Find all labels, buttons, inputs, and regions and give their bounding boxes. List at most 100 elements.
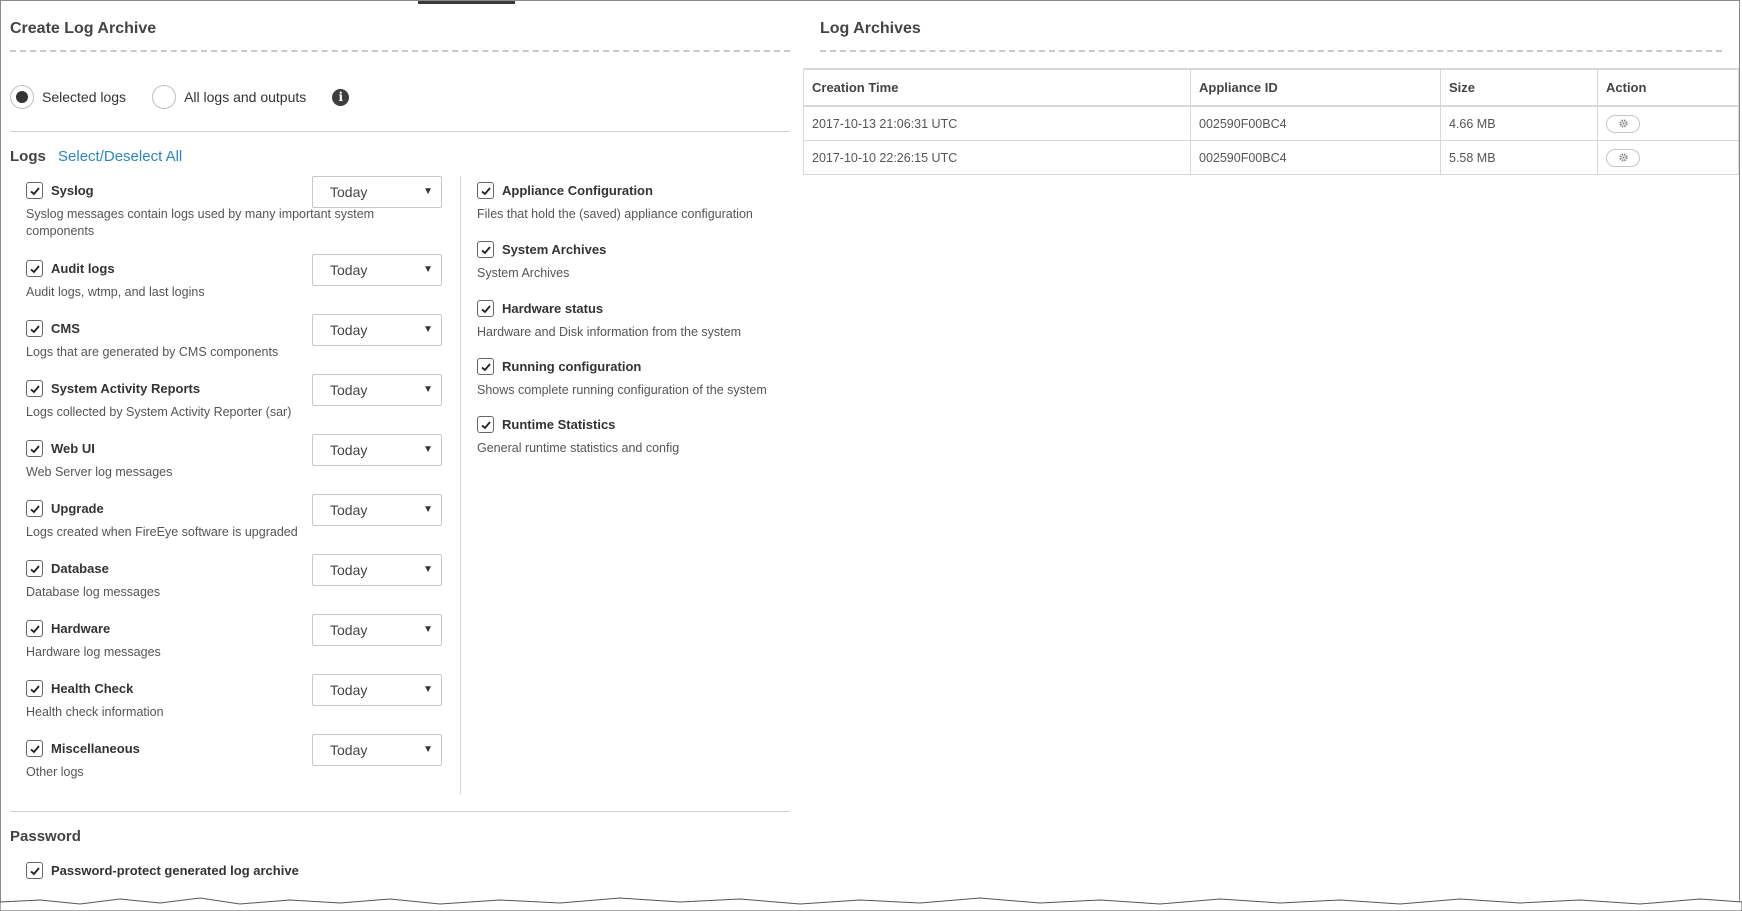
log-period-select[interactable]: Today ▼ [312,374,442,406]
create-log-archive-title: Create Log Archive [10,20,157,37]
log-checkbox[interactable] [26,182,43,199]
log-checkbox[interactable] [26,320,43,337]
password-title: Password [10,828,81,845]
checkmark-icon [29,866,40,875]
all-logs-label[interactable]: All logs and outputs [184,89,306,105]
log-period-select[interactable]: Today ▼ [312,614,442,646]
log-period-select[interactable]: Today ▼ [312,674,442,706]
torn-edge-decoration [0,897,1742,911]
log-archives-title: Log Archives [820,20,921,37]
log-checkbox[interactable] [26,380,43,397]
log-period-value: Today [330,322,368,338]
log-archives-table: Creation Time Appliance ID Size Action 2… [803,68,1739,175]
log-checkbox[interactable] [26,620,43,637]
column-header-size[interactable]: Size [1440,68,1598,107]
select-deselect-all-link[interactable]: Select/Deselect All [58,148,182,165]
log-period-select[interactable]: Today ▼ [312,734,442,766]
log-period-select[interactable]: Today ▼ [312,314,442,346]
password-protect-checkbox[interactable] [26,862,43,879]
caret-down-icon: ▼ [423,324,433,335]
column-header-action: Action [1597,68,1739,107]
logs-header: Logs Select/Deselect All [10,148,182,165]
log-checkbox[interactable] [477,182,494,199]
selected-logs-radio[interactable] [10,85,34,109]
log-period-value: Today [330,622,368,638]
table-row: 2017-10-10 22:26:15 UTC 002590F00BC4 5.5… [803,140,1739,175]
action-cell [1597,106,1739,141]
caret-down-icon: ▼ [423,624,433,635]
log-checkbox[interactable] [477,300,494,317]
password-divider [10,811,790,812]
log-description: General runtime statistics and config [477,441,680,455]
action-cell [1597,140,1739,175]
column-header-creation-time[interactable]: Creation Time [803,68,1191,107]
log-description: Health check information [26,705,164,719]
log-description: Hardware log messages [26,645,161,659]
log-period-value: Today [330,382,368,398]
log-description: Web Server log messages [26,465,173,479]
log-period-select[interactable]: Today ▼ [312,254,442,286]
log-period-value: Today [330,184,368,200]
archives-title-divider [820,50,1722,52]
log-name: Appliance Configuration [502,183,653,198]
creation-time-cell: 2017-10-10 22:26:15 UTC [803,140,1191,175]
log-checkbox[interactable] [26,260,43,277]
checkmark-icon [29,744,40,753]
log-description: Database log messages [26,585,161,599]
log-checkbox[interactable] [26,440,43,457]
radio-dot-icon [16,91,28,103]
log-name: Audit logs [51,261,115,276]
checkmark-icon [29,444,40,453]
appliance-id-cell: 002590F00BC4 [1190,140,1441,175]
log-name: Syslog [51,183,94,198]
log-name: Database [51,561,109,576]
log-period-value: Today [330,442,368,458]
password-protect-label: Password-protect generated log archive [51,863,299,878]
caret-down-icon: ▼ [423,444,433,455]
log-name: Upgrade [51,501,104,516]
checkmark-icon [29,186,40,195]
log-name: Hardware status [502,301,604,316]
checkmark-icon [480,186,491,195]
table-row: 2017-10-13 21:06:31 UTC 002590F00BC4 4.6… [803,106,1739,141]
all-logs-radio[interactable] [152,85,177,109]
column-header-appliance-id[interactable]: Appliance ID [1190,68,1441,107]
log-checkbox[interactable] [26,500,43,517]
checkmark-icon [29,384,40,393]
log-period-select[interactable]: Today ▼ [312,434,442,466]
log-description: Logs collected by System Activity Report… [26,405,292,419]
log-period-value: Today [330,742,368,758]
log-checkbox[interactable] [26,740,43,757]
log-checkbox[interactable] [26,560,43,577]
log-name: Hardware [51,621,111,636]
caret-down-icon: ▼ [423,264,433,275]
caret-down-icon: ▼ [423,504,433,515]
log-period-select[interactable]: Today ▼ [312,554,442,586]
selected-logs-label[interactable]: Selected logs [42,89,126,105]
log-name: Runtime Statistics [502,417,616,432]
checkmark-icon [480,245,491,254]
creation-time-cell: 2017-10-13 21:06:31 UTC [803,106,1191,141]
caret-down-icon: ▼ [423,684,433,695]
log-period-select[interactable]: Today ▼ [312,494,442,526]
checkmark-icon [480,362,491,371]
log-checkbox[interactable] [26,680,43,697]
log-checkbox[interactable] [477,358,494,375]
archive-action-button[interactable] [1606,114,1640,133]
caret-down-icon: ▼ [423,744,433,755]
log-checkbox[interactable] [477,416,494,433]
checkmark-icon [29,504,40,513]
checkmark-icon [480,420,491,429]
log-checkbox[interactable] [477,241,494,258]
appliance-id-cell: 002590F00BC4 [1190,106,1441,141]
log-period-value: Today [330,262,368,278]
info-icon[interactable]: i [332,88,350,106]
checkmark-icon [29,624,40,633]
checkmark-icon [29,684,40,693]
log-period-select[interactable]: Today ▼ [312,176,442,208]
log-name: CMS [51,321,80,336]
log-description: Logs that are generated by CMS component… [26,345,279,359]
checkmark-icon [480,304,491,313]
archive-action-button[interactable] [1606,148,1640,167]
checkmark-icon [29,564,40,573]
